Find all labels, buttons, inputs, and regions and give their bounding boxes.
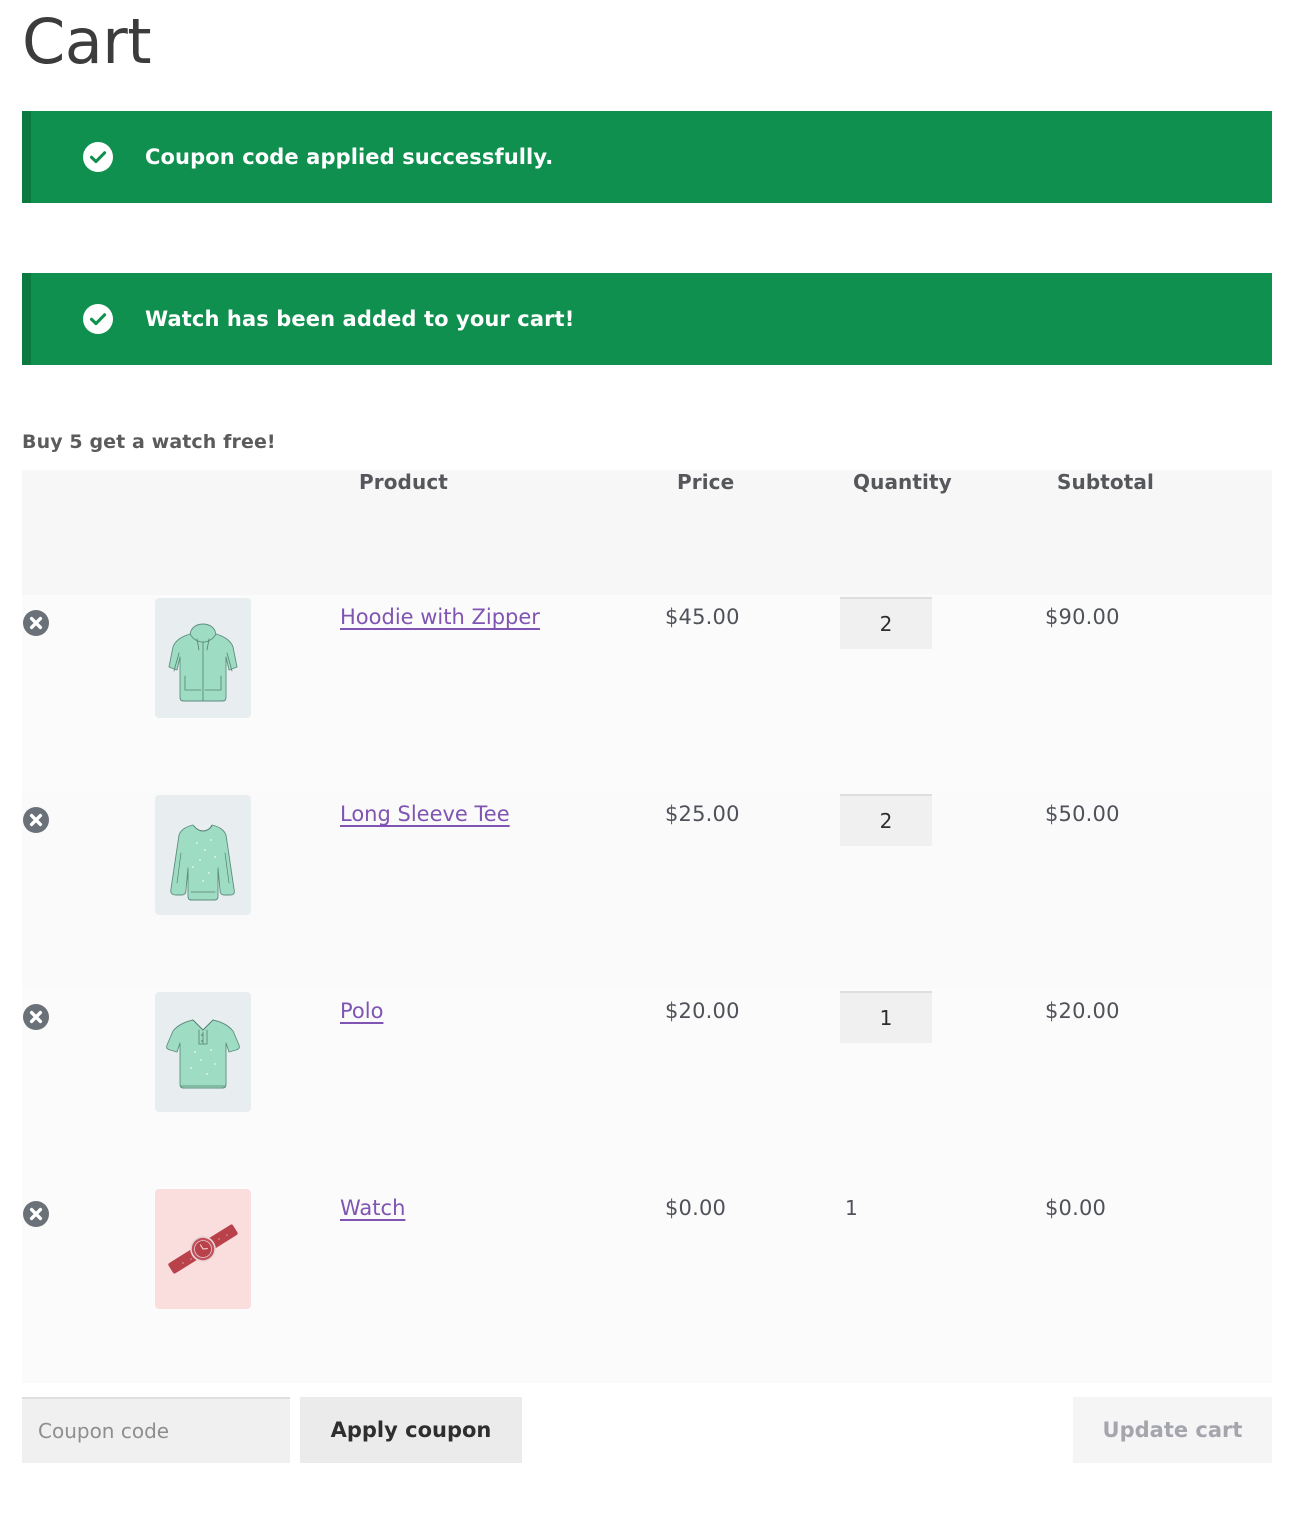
product-price: $0.00 bbox=[665, 1196, 727, 1221]
watch-thumbnail[interactable] bbox=[155, 1189, 251, 1310]
product-price: $45.00 bbox=[665, 605, 740, 630]
quantity-cell bbox=[840, 595, 1045, 792]
table-row: Polo $20.00 $20.00 bbox=[22, 989, 1272, 1187]
product-link[interactable]: Hoodie with Zipper bbox=[340, 605, 540, 630]
cart-table-head: Product Price Quantity Subtotal bbox=[22, 470, 1272, 596]
remove-cell bbox=[22, 989, 150, 1186]
notice-message: Watch has been added to your cart! bbox=[145, 307, 575, 332]
long-sleeve-tee-thumbnail[interactable] bbox=[155, 795, 251, 916]
product-subtotal: $20.00 bbox=[1045, 999, 1120, 1024]
table-row: Hoodie with Zipper $45.00 $90.00 bbox=[22, 595, 1272, 793]
cart-table-header-row: Product Price Quantity Subtotal bbox=[22, 470, 1272, 596]
quantity-input[interactable] bbox=[840, 991, 932, 1044]
column-header-price: Price bbox=[677, 470, 735, 495]
product-link[interactable]: Polo bbox=[340, 999, 383, 1024]
polo-thumbnail[interactable] bbox=[155, 992, 251, 1113]
check-circle-icon bbox=[83, 304, 113, 335]
notice-coupon-applied: Coupon code applied successfully. bbox=[22, 111, 1272, 204]
subtotal-cell: $90.00 bbox=[1045, 595, 1272, 792]
notice-message: Coupon code applied successfully. bbox=[145, 145, 554, 170]
thumbnail-cell bbox=[150, 595, 340, 792]
quantity-readonly: 1 bbox=[845, 1196, 858, 1221]
remove-item-icon[interactable] bbox=[22, 609, 50, 637]
product-subtotal: $90.00 bbox=[1045, 605, 1120, 630]
product-cell: Watch bbox=[340, 1186, 665, 1383]
cart-table-body: Hoodie with Zipper $45.00 $90.00 bbox=[22, 595, 1272, 1384]
thumbnail-cell bbox=[150, 989, 340, 1186]
quantity-input[interactable] bbox=[840, 794, 932, 847]
column-header-subtotal: Subtotal bbox=[1057, 470, 1154, 495]
update-cart-button[interactable]: Update cart bbox=[1073, 1397, 1272, 1464]
thumbnail-cell bbox=[150, 1186, 340, 1383]
quantity-cell bbox=[840, 989, 1045, 1186]
table-row: Long Sleeve Tee $25.00 $50.00 bbox=[22, 792, 1272, 990]
product-cell: Hoodie with Zipper bbox=[340, 595, 665, 792]
page-title: Cart bbox=[22, 5, 152, 78]
quantity-cell: 1 bbox=[840, 1186, 1045, 1383]
remove-cell bbox=[22, 792, 150, 989]
price-cell: $20.00 bbox=[665, 989, 840, 1186]
remove-cell bbox=[22, 1186, 150, 1383]
subtotal-cell: $0.00 bbox=[1045, 1186, 1272, 1383]
promo-message: Buy 5 get a watch free! bbox=[22, 431, 276, 454]
subtotal-cell: $20.00 bbox=[1045, 989, 1272, 1186]
remove-item-icon[interactable] bbox=[22, 806, 50, 834]
remove-item-icon[interactable] bbox=[22, 1003, 50, 1031]
product-cell: Polo bbox=[340, 989, 665, 1186]
cart-actions-row: Apply coupon Update cart bbox=[22, 1397, 1272, 1464]
notice-list: Coupon code applied successfully. Watch … bbox=[22, 111, 1272, 366]
remove-item-icon[interactable] bbox=[22, 1200, 50, 1228]
column-header-product: Product bbox=[359, 470, 448, 495]
check-circle-icon bbox=[83, 142, 113, 173]
price-cell: $0.00 bbox=[665, 1186, 840, 1383]
product-link[interactable]: Watch bbox=[340, 1196, 405, 1221]
cart-table: Product Price Quantity Subtotal Hoodie w… bbox=[22, 470, 1272, 1384]
product-cell: Long Sleeve Tee bbox=[340, 792, 665, 989]
hoodie-with-zipper-thumbnail[interactable] bbox=[155, 598, 251, 719]
remove-cell bbox=[22, 595, 150, 792]
subtotal-cell: $50.00 bbox=[1045, 792, 1272, 989]
product-price: $20.00 bbox=[665, 999, 740, 1024]
product-link[interactable]: Long Sleeve Tee bbox=[340, 802, 510, 827]
column-header-quantity: Quantity bbox=[853, 470, 952, 495]
notice-item-added: Watch has been added to your cart! bbox=[22, 273, 1272, 366]
thumbnail-cell bbox=[150, 792, 340, 989]
table-row: Watch $0.00 1 $0.00 bbox=[22, 1186, 1272, 1384]
price-cell: $45.00 bbox=[665, 595, 840, 792]
column-header-thumbnail bbox=[150, 470, 340, 595]
quantity-cell bbox=[840, 792, 1045, 989]
product-price: $25.00 bbox=[665, 802, 740, 827]
product-subtotal: $50.00 bbox=[1045, 802, 1120, 827]
column-header-remove bbox=[22, 470, 150, 595]
apply-coupon-button[interactable]: Apply coupon bbox=[300, 1397, 522, 1464]
coupon-code-input[interactable] bbox=[22, 1397, 290, 1464]
quantity-input[interactable] bbox=[840, 597, 932, 650]
price-cell: $25.00 bbox=[665, 792, 840, 989]
cart-page: Cart Coupon code applied successfully. W… bbox=[0, 0, 1294, 1516]
product-subtotal: $0.00 bbox=[1045, 1196, 1107, 1221]
